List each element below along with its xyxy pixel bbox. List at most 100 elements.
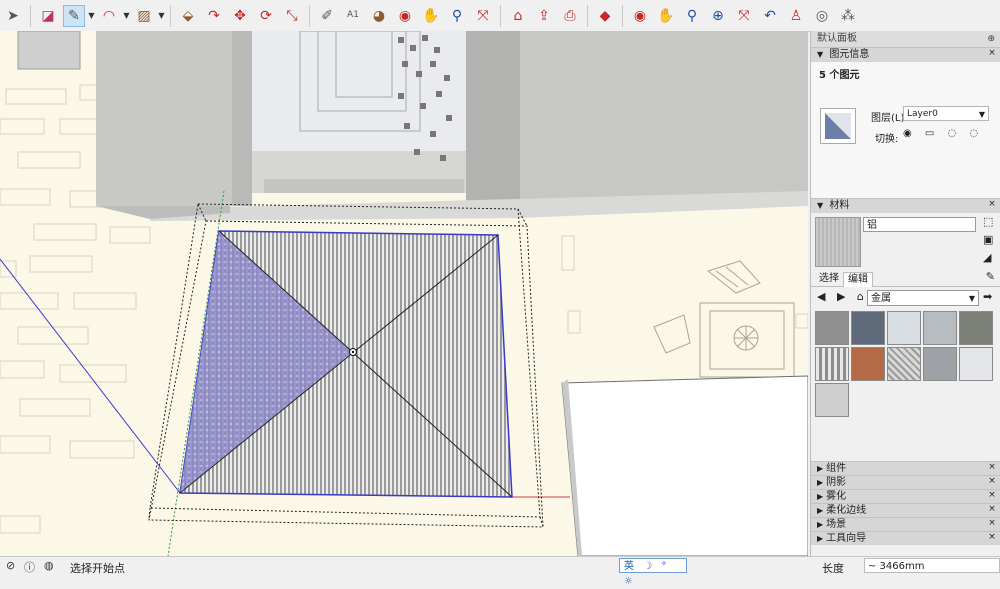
rotate-tool-button[interactable]: ⟳ xyxy=(255,5,277,27)
walk-tool-button[interactable]: ⁂ xyxy=(837,5,859,27)
orbit-tool-button[interactable]: ◉ xyxy=(394,5,416,27)
default-material-icon[interactable]: ▣ xyxy=(983,233,993,246)
eyedropper-icon[interactable]: ✎ xyxy=(986,270,995,283)
material-nav-icons[interactable]: ◀ ▶ ⌂ xyxy=(817,290,868,303)
ime-indicator[interactable]: 英 ☽ ° ☼ xyxy=(619,558,687,587)
rectangle-tool-button[interactable]: ▨ xyxy=(133,5,155,27)
material-swatch[interactable] xyxy=(959,311,993,345)
material-swatch[interactable] xyxy=(851,347,885,381)
material-swatch[interactable] xyxy=(887,311,921,345)
push-pull-tool-button[interactable]: ⬙ xyxy=(177,5,199,27)
zoom-2-tool-button[interactable]: ⚲ xyxy=(681,5,703,27)
warehouse-tool-button[interactable]: ⌂ xyxy=(507,5,529,27)
close-icon[interactable]: × xyxy=(987,48,997,58)
material-collection-select[interactable]: 金属 ▼ xyxy=(867,290,979,306)
visibility-toggle-icons[interactable]: ◉ ▭ ◌ ◌ xyxy=(903,128,983,139)
move-tool-button[interactable]: ✥ xyxy=(229,5,251,27)
material-swatch[interactable] xyxy=(815,347,849,381)
pin-icon[interactable]: ⊕ xyxy=(987,31,995,47)
selected-pyramid[interactable] xyxy=(179,230,513,498)
zoom-window-tool-button[interactable]: ⊕ xyxy=(707,5,729,27)
default-tray: 默认面板 ⊕ ▼ 图元信息 × 5 个图元 图层(L): Layer0 ▼ 切换… xyxy=(810,31,1000,556)
arc-tool-button[interactable]: ◠ xyxy=(98,5,120,27)
material-preview xyxy=(815,217,861,267)
material-swatch[interactable] xyxy=(815,311,849,345)
tape-measure-tool-button[interactable]: ✐ xyxy=(316,5,338,27)
material-name-input[interactable]: 铝 xyxy=(863,217,976,232)
credits-icon[interactable]: ⓘ xyxy=(24,559,35,575)
close-icon[interactable]: × xyxy=(987,462,997,472)
pencil-tool-button[interactable]: ✎ xyxy=(63,4,85,27)
collapsed-section-label: 柔化边线 xyxy=(826,505,867,516)
sample-paint-icon[interactable]: ◢ xyxy=(983,251,991,264)
send-to-layout-tool-button[interactable]: ⎙ xyxy=(559,5,581,27)
model-viewport[interactable] xyxy=(0,31,808,556)
arc-dropdown-chevron-icon[interactable]: ▼ xyxy=(122,5,131,27)
zoom-extents-tool-button[interactable]: ⤧ xyxy=(472,5,494,27)
collapsed-section-row[interactable]: ▶ 阴影 × xyxy=(811,475,1000,489)
collapsed-section-row[interactable]: ▶ 雾化 × xyxy=(811,489,1000,503)
white-box xyxy=(561,375,808,556)
look-around-tool-button[interactable]: ◎ xyxy=(811,5,833,27)
create-material-icon[interactable]: ⬚ xyxy=(983,215,993,228)
previous-view-tool-button[interactable]: ↶ xyxy=(759,5,781,27)
toolbar-separator xyxy=(622,4,623,27)
share-model-tool-button[interactable]: ⇪ xyxy=(533,5,555,27)
pencil-dropdown-chevron-icon[interactable]: ▼ xyxy=(87,5,96,27)
follow-me-tool-button[interactable]: ↷ xyxy=(203,5,225,27)
collapsed-section-label: 雾化 xyxy=(826,491,847,502)
close-icon[interactable]: × xyxy=(987,476,997,486)
collapsed-section-label: 场景 xyxy=(826,519,847,530)
floor-ornaments xyxy=(653,260,795,378)
collapsed-section-label: 工具向导 xyxy=(826,533,867,544)
tab-edit[interactable]: 编辑 xyxy=(843,272,873,287)
details-arrow-icon[interactable]: ➡ xyxy=(983,290,992,303)
zoom-tool-button[interactable]: ⚲ xyxy=(446,5,468,27)
close-icon[interactable]: × xyxy=(987,518,997,528)
layer-select[interactable]: Layer0 ▼ xyxy=(903,106,989,121)
entity-info-header[interactable]: ▼ 图元信息 × xyxy=(811,47,1000,62)
close-icon[interactable]: × xyxy=(987,504,997,514)
close-icon[interactable]: × xyxy=(987,490,997,500)
close-icon[interactable]: × xyxy=(987,199,997,209)
scene-canvas[interactable] xyxy=(0,31,808,556)
material-swatch[interactable] xyxy=(851,311,885,345)
extension-warehouse-tool-button[interactable]: ◆ xyxy=(594,5,616,27)
position-camera-tool-button[interactable]: ♙ xyxy=(785,5,807,27)
collapsed-section-row[interactable]: ▶ 工具向导 × xyxy=(811,531,1000,545)
expand-triangle-icon: ▶ xyxy=(817,534,824,543)
collapsed-section-row[interactable]: ▶ 场景 × xyxy=(811,517,1000,531)
expand-triangle-icon: ▶ xyxy=(817,506,824,515)
material-swatch[interactable] xyxy=(815,383,849,417)
collapsed-sections: ▶ 组件 × ▶ 阴影 × ▶ 雾化 × ▶ 柔化边线 × ▶ 场景 × ▶ 工具向导 × xyxy=(811,461,1000,545)
pan-2-tool-button[interactable]: ✋ xyxy=(655,5,677,27)
material-swatch[interactable] xyxy=(923,311,957,345)
material-swatch[interactable] xyxy=(959,347,993,381)
toggle-label: 切换: xyxy=(875,134,899,145)
pan-tool-button[interactable]: ✋ xyxy=(420,5,442,27)
scale-tool-button[interactable]: ⤡ xyxy=(281,5,303,27)
materials-header[interactable]: ▼ 材料 × xyxy=(811,198,1000,213)
collapsed-section-row[interactable]: ▶ 柔化边线 × xyxy=(811,503,1000,517)
material-collection-value: 金属 xyxy=(871,293,891,304)
orbit-2-tool-button[interactable]: ◉ xyxy=(629,5,651,27)
text-tool-button[interactable]: A1 xyxy=(342,5,364,27)
collapse-triangle-icon: ▼ xyxy=(817,50,824,59)
collapsed-section-row[interactable]: ▶ 组件 × xyxy=(811,461,1000,475)
eraser-tool-button[interactable]: ◪ xyxy=(37,5,59,27)
measurements-box[interactable]: ~ 3466mm xyxy=(864,558,1000,573)
building-walls xyxy=(17,31,808,221)
user-icon[interactable]: ◍ xyxy=(44,559,54,572)
material-swatch[interactable] xyxy=(923,347,957,381)
select-tool-button[interactable]: ➤ xyxy=(2,5,24,27)
close-icon[interactable]: × xyxy=(987,532,997,542)
rectangle-dropdown-chevron-icon[interactable]: ▼ xyxy=(157,5,166,27)
material-tabs: 选择 编辑 ✎ xyxy=(811,270,1000,287)
toolbar-separator xyxy=(170,4,171,27)
material-swatch[interactable] xyxy=(887,347,921,381)
materials-body: 铝 ⬚ ▣ ◢ 选择 编辑 ✎ ◀ ▶ ⌂ 金属 ▼ ➡ xyxy=(811,213,1000,485)
geo-location-icon[interactable]: ⊘ xyxy=(6,559,15,572)
paint-bucket-tool-button[interactable]: ◕ xyxy=(368,5,390,27)
tab-select[interactable]: 选择 xyxy=(815,272,843,286)
zoom-extents-2-tool-button[interactable]: ⤧ xyxy=(733,5,755,27)
